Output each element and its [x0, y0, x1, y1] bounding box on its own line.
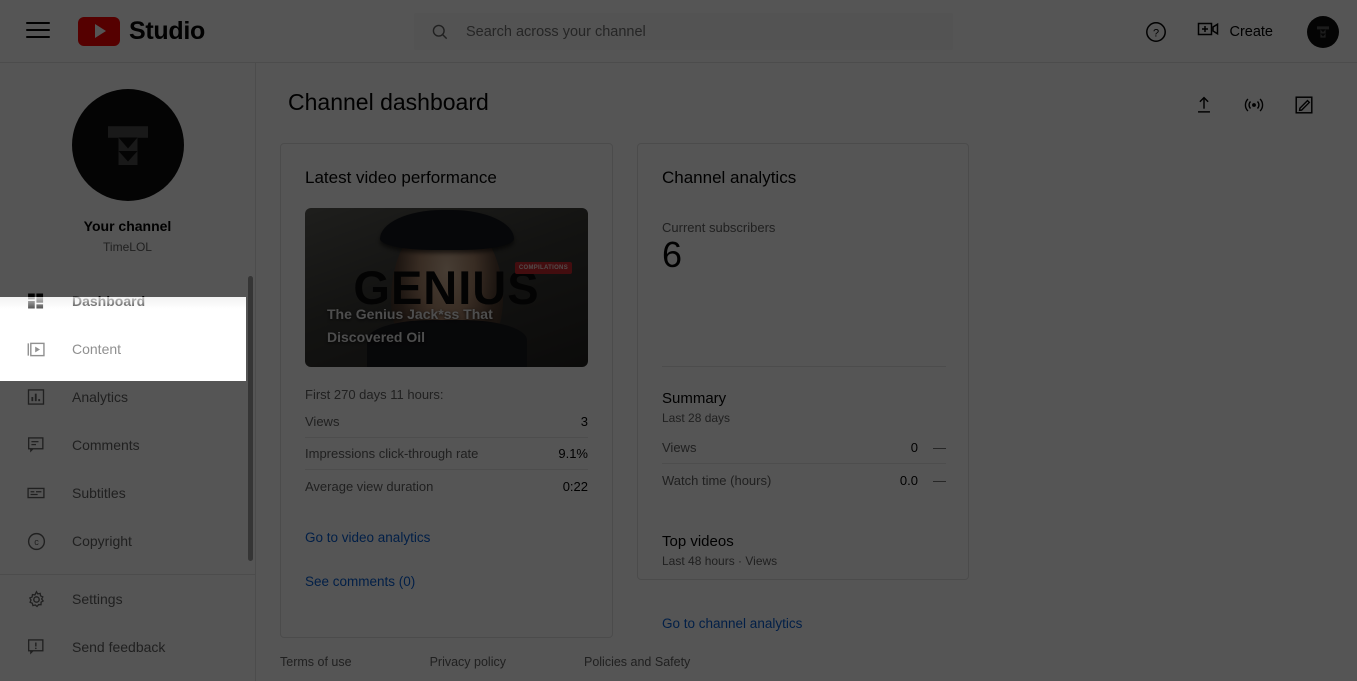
stat-label: Views	[305, 414, 340, 429]
upload-arrow-icon[interactable]	[1184, 85, 1224, 125]
channel-block: Your channel TimeLOL	[0, 63, 255, 254]
dashboard-cards: Latest video performance GENIUS COMPILAT…	[280, 143, 969, 638]
search-input[interactable]	[466, 23, 896, 40]
table-row: Watch time (hours) 0.0 —	[662, 464, 946, 496]
help-circle-icon[interactable]: ?	[1136, 12, 1176, 52]
page-heading: Channel dashboard	[288, 89, 489, 115]
page-actions	[1184, 85, 1324, 125]
table-row: Views 3	[305, 406, 588, 438]
top-videos-heading: Top videos	[662, 533, 734, 550]
sidebar-item-copyright[interactable]: c Copyright	[0, 517, 255, 565]
create-label: Create	[1229, 23, 1273, 40]
sidebar-item-send-feedback[interactable]: Send feedback	[0, 623, 255, 671]
channel-avatar[interactable]	[71, 89, 184, 201]
stat-value: 0:22	[562, 478, 588, 494]
youtube-play-icon	[78, 16, 120, 46]
channel-name: TimeLOL	[103, 240, 152, 254]
content-play-box-icon	[24, 337, 48, 361]
top-bar: Studio ? Create	[0, 0, 1357, 63]
dashboard-grid-icon	[24, 289, 48, 313]
sidebar: Your channel TimeLOL Dashboard Content A…	[0, 63, 256, 681]
sidebar-item-analytics[interactable]: Analytics	[0, 373, 255, 421]
sidebar-item-subtitles[interactable]: Subtitles	[0, 469, 255, 517]
pencil-square-icon[interactable]	[1284, 85, 1324, 125]
stat-label: Average view duration	[305, 478, 434, 494]
svg-text:c: c	[34, 537, 39, 547]
analytics-bar-icon	[24, 385, 48, 409]
hamburger-icon[interactable]	[26, 22, 50, 40]
stat-value: 3	[580, 414, 588, 429]
stat-label: Impressions click-through rate	[305, 446, 479, 461]
video-thumbnail[interactable]: GENIUS COMPILATIONS The Genius Jack*ss T…	[305, 208, 588, 367]
sidebar-item-label: Send feedback	[72, 639, 166, 655]
summary-subtitle: Last 28 days	[662, 411, 731, 425]
footer-links: Terms of use Privacy policy Policies and…	[280, 655, 690, 669]
comment-bubble-icon	[24, 433, 48, 457]
sidebar-item-label: Content	[72, 341, 122, 357]
sidebar-item-comments[interactable]: Comments	[0, 421, 255, 469]
feedback-bubble-icon	[24, 635, 48, 659]
sidebar-item-label: Settings	[72, 591, 123, 607]
table-row: Average view duration 0:22	[305, 470, 588, 502]
see-comments-button[interactable]: See comments (0)	[297, 563, 423, 599]
summary-heading: Summary	[662, 390, 727, 407]
brand-label: Studio	[129, 16, 205, 45]
thumbnail-title: The Genius Jack*ss That Discovered Oil	[327, 305, 493, 345]
avatar[interactable]	[1307, 15, 1339, 48]
current-subscribers-label: Current subscribers	[662, 220, 776, 235]
sidebar-item-label: Dashboard	[72, 293, 146, 309]
thumbnail-badge: COMPILATIONS	[514, 262, 572, 274]
card-divider	[662, 366, 946, 367]
broadcast-live-icon[interactable]	[1234, 85, 1274, 125]
search-box[interactable]	[414, 13, 953, 50]
period-label: First 270 days 11 hours:	[305, 387, 444, 402]
top-videos-subtitle: Last 48 hours · Views	[662, 554, 778, 568]
studio-logo[interactable]: Studio	[78, 16, 205, 46]
summary-row-delta: —	[933, 440, 946, 455]
youtube-studio-window: Studio ? Create	[0, 0, 1357, 681]
top-bar-right-group: ? Create	[1136, 0, 1339, 63]
summary-row-label: Views	[662, 440, 697, 455]
copyright-icon: c	[24, 529, 48, 553]
gear-icon	[24, 587, 48, 611]
footer-link-policies[interactable]: Policies and Safety	[584, 655, 690, 669]
video-plus-icon	[1196, 17, 1220, 46]
card-heading: Channel analytics	[662, 168, 797, 187]
sidebar-item-content[interactable]: Content	[0, 325, 255, 373]
subtitles-icon	[24, 481, 48, 505]
search-icon	[430, 22, 450, 42]
go-to-video-analytics-button[interactable]: Go to video analytics	[297, 519, 438, 555]
create-button[interactable]: Create	[1186, 14, 1285, 50]
summary-row-value: 0	[910, 440, 918, 455]
table-row: Views 0 —	[662, 432, 946, 464]
main-content: Channel dashboard Latest video performan…	[256, 63, 1357, 681]
sidebar-item-label: Copyright	[72, 533, 132, 549]
channel-analytics-card: Channel analytics Current subscribers 6 …	[637, 143, 969, 631]
summary-row-label: Watch time (hours)	[662, 472, 772, 488]
page-title: Your channel	[83, 218, 172, 234]
sidebar-item-settings[interactable]: Settings	[0, 575, 255, 623]
sidebar-item-label: Subtitles	[72, 485, 126, 501]
go-to-channel-analytics-button[interactable]: Go to channel analytics	[654, 605, 810, 641]
footer-link-privacy[interactable]: Privacy policy	[430, 655, 506, 669]
card-heading: Latest video performance	[305, 168, 497, 187]
sidebar-nav: Dashboard Content Analytics Comments Sub…	[0, 277, 255, 671]
stat-value: 9.1%	[558, 446, 588, 461]
sidebar-item-label: Comments	[72, 437, 140, 453]
sidebar-item-dashboard[interactable]: Dashboard	[0, 277, 255, 325]
current-subscribers-value: 6	[662, 234, 683, 275]
sidebar-item-label: Analytics	[72, 389, 129, 405]
svg-text:?: ?	[1153, 27, 1159, 39]
latest-video-performance-card: Latest video performance GENIUS COMPILAT…	[280, 143, 613, 638]
summary-row-delta: —	[933, 472, 946, 488]
sidebar-scrollbar-thumb[interactable]	[248, 276, 253, 561]
footer-link-terms[interactable]: Terms of use	[280, 655, 352, 669]
thumbnail-cap	[380, 210, 514, 250]
summary-row-value: 0.0	[899, 472, 918, 488]
table-row: Impressions click-through rate 9.1%	[305, 438, 588, 470]
